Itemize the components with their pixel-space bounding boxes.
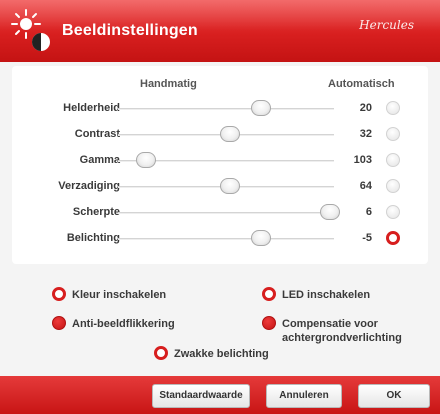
auto-radio-helderheid[interactable]: [386, 101, 400, 115]
compensatie-radio[interactable]: [262, 316, 276, 330]
option-label: Kleur inschakelen: [72, 289, 167, 301]
auto-radio-belichting[interactable]: [386, 231, 400, 245]
auto-radio-scherpte[interactable]: [386, 205, 400, 219]
setting-label: Verzadiging: [58, 180, 120, 192]
option-label: Compensatie voor achtergrondverlichting: [282, 317, 402, 345]
option-label: Zwakke belichting: [174, 348, 269, 360]
slider-thumb[interactable]: [250, 100, 271, 116]
setting-row-contrast: Contrast 32: [12, 125, 428, 145]
setting-value: 20: [359, 102, 372, 114]
helderheid-slider[interactable]: [118, 100, 334, 116]
scherpte-slider[interactable]: [118, 204, 340, 220]
setting-value: 32: [359, 128, 372, 140]
setting-row-gamma: Gamma 103: [12, 151, 428, 171]
window-title: Beeldinstellingen: [62, 22, 198, 39]
setting-label: Belichting: [66, 232, 120, 244]
anti-beeldflikkering-radio[interactable]: [52, 316, 66, 330]
auto-radio-verzadiging[interactable]: [386, 179, 400, 193]
option-label: Anti-beeldflikkering: [72, 318, 175, 330]
brightness-contrast-icon: [11, 9, 50, 51]
setting-row-helderheid: Helderheid 20: [12, 99, 428, 119]
auto-radio-contrast[interactable]: [386, 127, 400, 141]
verzadiging-slider[interactable]: [118, 178, 334, 194]
manual-column-header: Handmatig: [140, 78, 197, 90]
setting-label: Contrast: [74, 128, 120, 140]
setting-label: Gamma: [79, 154, 120, 166]
settings-panel: Handmatig Automatisch Helderheid 20 Cont…: [12, 66, 428, 264]
led-inschakelen-radio[interactable]: [262, 287, 276, 301]
automatic-column-header: Automatisch: [328, 78, 395, 90]
cancel-button[interactable]: Annuleren: [266, 384, 342, 408]
slider-thumb[interactable]: [220, 126, 241, 142]
contrast-slider[interactable]: [118, 126, 334, 142]
setting-row-verzadiging: Verzadiging 64: [12, 177, 428, 197]
button-bar: Standaardwaarde Annuleren OK: [0, 376, 440, 414]
slider-thumb[interactable]: [220, 178, 241, 194]
setting-row-scherpte: Scherpte 6: [12, 203, 428, 223]
default-button[interactable]: Standaardwaarde: [152, 384, 250, 408]
gamma-slider[interactable]: [118, 152, 334, 168]
auto-radio-gamma[interactable]: [386, 153, 400, 167]
options-group: Kleur inschakelen LED inschakelen Anti-b…: [0, 270, 440, 374]
slider-thumb[interactable]: [250, 230, 271, 246]
option-label-line2: achtergrondverlichting: [282, 332, 402, 344]
option-label: LED inschakelen: [282, 289, 371, 301]
option-label-line1: Compensatie voor: [282, 318, 378, 330]
setting-value: 64: [359, 180, 372, 192]
setting-value: 103: [353, 154, 372, 166]
title-bar: Beeldinstellingen Hercules: [0, 0, 440, 62]
setting-row-belichting: Belichting -5: [12, 229, 428, 249]
kleur-inschakelen-radio[interactable]: [52, 287, 66, 301]
hercules-logo: Hercules: [359, 18, 414, 32]
setting-value: -5: [362, 232, 372, 244]
setting-label: Scherpte: [72, 206, 120, 218]
setting-value: 6: [365, 206, 372, 218]
ok-button[interactable]: OK: [358, 384, 430, 408]
zwakke-belichting-radio[interactable]: [154, 346, 168, 360]
setting-label: Helderheid: [63, 102, 120, 114]
belichting-slider[interactable]: [118, 230, 334, 246]
slider-thumb[interactable]: [136, 152, 157, 168]
